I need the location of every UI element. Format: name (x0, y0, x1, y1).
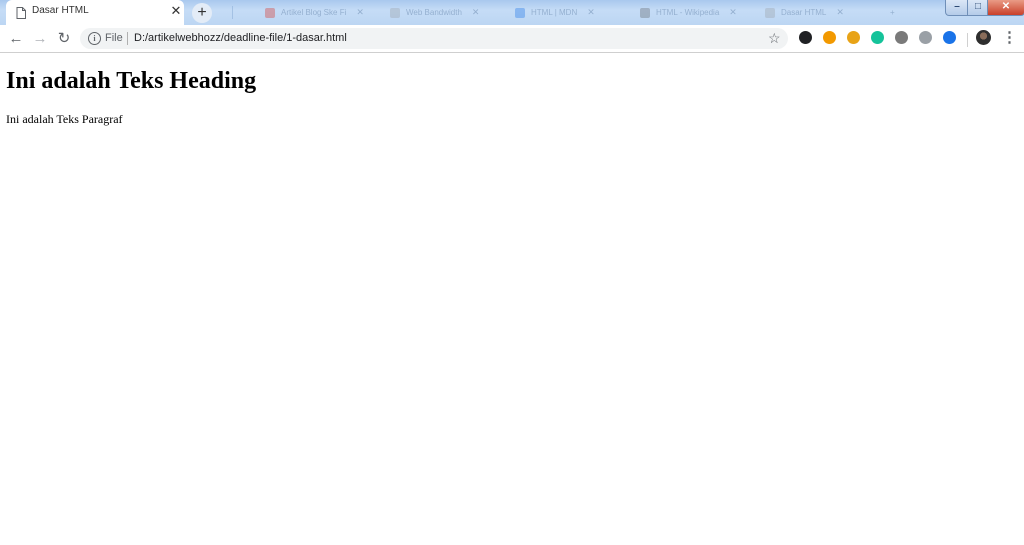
page-heading: Ini adalah Teks Heading (6, 68, 257, 94)
maximize-icon: □ (974, 1, 982, 12)
address-separator (127, 32, 128, 45)
tab-favicon-icon (640, 7, 650, 18)
background-tab[interactable]: HTML - Wikipedia ✕ (640, 4, 737, 21)
close-icon: ✕ (1001, 1, 1011, 12)
extension-c-icon[interactable] (943, 31, 956, 44)
page-content: Ini adalah Teks Heading Ini adalah Teks … (0, 53, 1024, 545)
profile-avatar[interactable] (976, 30, 991, 45)
background-tab-title: Dasar HTML (781, 8, 827, 17)
page-paragraph: Ini adalah Teks Paragraf (6, 112, 123, 126)
document-icon (16, 6, 26, 19)
background-tab[interactable]: Artikel Blog Ske Fi ✕ (265, 4, 364, 21)
tab-title: Dasar HTML (32, 5, 89, 16)
tab-close-icon[interactable]: ✕ (836, 7, 844, 18)
background-tab-title: Web Bandwidth (406, 8, 462, 17)
scheme-label: File (105, 32, 123, 44)
maximize-button[interactable]: □ (967, 0, 989, 16)
reload-button[interactable]: ↻ (55, 30, 73, 48)
background-tab[interactable]: Dasar HTML ✕ (765, 4, 844, 21)
tab-close-icon[interactable]: ✕ (729, 7, 737, 18)
tab-close-icon[interactable]: ✕ (168, 3, 184, 19)
tab-favicon-icon (765, 7, 775, 18)
extension-orange-icon[interactable] (823, 31, 836, 44)
background-tab-title: Artikel Blog Ske Fi (281, 8, 347, 17)
extension-gray-icon[interactable] (895, 31, 908, 44)
address-bar[interactable]: i File D:/artikelwebhozz/deadline-file/1… (80, 28, 788, 49)
minimize-icon: – (954, 1, 960, 12)
toolbar-separator (967, 33, 968, 47)
extension-grammarly-icon[interactable] (871, 31, 884, 44)
tab-close-icon[interactable]: ✕ (587, 7, 595, 18)
menu-icon[interactable]: ⋮ (1002, 29, 1017, 47)
background-tab[interactable]: Web Bandwidth ✕ (390, 4, 479, 21)
tab-close-icon[interactable]: ✕ (356, 7, 364, 18)
extension-puzzle-icon[interactable] (919, 31, 932, 44)
extension-dark-icon[interactable] (799, 31, 812, 44)
info-icon[interactable]: i (88, 32, 101, 45)
url-text[interactable]: D:/artikelwebhozz/deadline-file/1-dasar.… (134, 32, 347, 44)
background-tab-title: HTML | MDN (531, 8, 578, 17)
new-tab-button[interactable]: + (192, 3, 212, 23)
tab-favicon-icon (515, 7, 525, 18)
minimize-button[interactable]: – (945, 0, 969, 16)
tab-active[interactable]: Dasar HTML ✕ (6, 0, 184, 25)
back-button[interactable]: ← (7, 30, 25, 48)
background-tab[interactable]: HTML | MDN ✕ (515, 4, 595, 21)
tab-separator (232, 6, 233, 19)
background-new-tab[interactable]: + (890, 4, 895, 21)
forward-button[interactable]: → (31, 30, 49, 48)
browser-toolbar: ← → ↻ i File D:/artikelwebhozz/deadline-… (0, 25, 1024, 53)
tab-favicon-icon (265, 7, 275, 18)
extension-sun-icon[interactable] (847, 31, 860, 44)
tab-strip: Dasar HTML ✕ + Artikel Blog Ske Fi ✕ Web… (0, 0, 1024, 25)
background-tab-title: HTML - Wikipedia (656, 8, 720, 17)
tab-close-icon[interactable]: ✕ (472, 7, 480, 18)
tab-favicon-icon (390, 7, 400, 18)
close-window-button[interactable]: ✕ (987, 0, 1024, 16)
new-tab-plus-icon: + (890, 8, 895, 17)
bookmark-star-icon[interactable]: ☆ (768, 30, 781, 47)
